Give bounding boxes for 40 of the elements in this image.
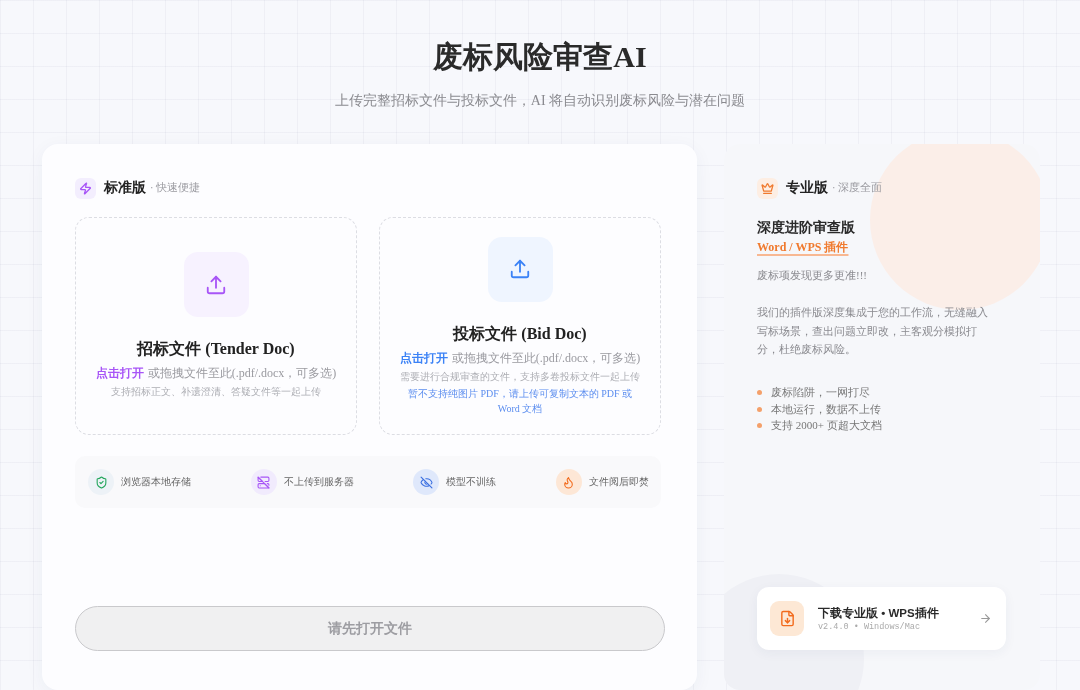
eye-off-icon bbox=[413, 469, 440, 495]
page-subtitle: 上传完整招标文件与投标文件，AI 将自动识别废标风险与潜在问题 bbox=[334, 92, 746, 110]
lightning-icon bbox=[75, 177, 96, 199]
server-off-icon bbox=[250, 469, 277, 495]
bullet-dot-icon bbox=[757, 406, 762, 412]
download-button[interactable]: 下载专业版 • WPS插件 v2.4.0 • Windows/Mac bbox=[757, 587, 1006, 650]
open-link[interactable]: 点击打开 bbox=[399, 350, 448, 365]
shield-check-icon bbox=[88, 469, 114, 495]
dropzone-notice: 暂不支持纯图片 PDF，请上传可复制文本的 PDF 或 Word 文档 bbox=[406, 386, 634, 416]
card-tagline: · 快速便捷 bbox=[150, 181, 201, 195]
bullet-text: 废标陷阱，一网打尽 bbox=[771, 385, 870, 401]
pro-heading: 深度进阶审查版 bbox=[757, 219, 856, 237]
bullet-dot-icon bbox=[757, 423, 762, 429]
plugin-label: Word / WPS 插件 bbox=[757, 239, 849, 256]
bullet-dot-icon bbox=[757, 390, 762, 396]
dropzone-title: 投标文件 (Bid Doc) bbox=[453, 323, 587, 345]
file-download-icon bbox=[770, 601, 804, 636]
page-title: 废标风险审查AI bbox=[433, 39, 647, 75]
flame-icon bbox=[555, 469, 582, 495]
bullet-text: 支持 2000+ 页超大文档 bbox=[771, 418, 882, 434]
pro-description: 我们的插件版深度集成于您的工作流，无缝融入写标场景，查出问题立即改，主客观分模拟打分，杜绝废标风险。 bbox=[757, 305, 989, 357]
highlight-text: 废标项发现更多更准!!! bbox=[757, 268, 868, 283]
download-version: v2.4.0 • Windows/Mac bbox=[818, 621, 922, 632]
card-title: 专业版 bbox=[786, 179, 828, 197]
feature-label: 浏览器本地存储 bbox=[121, 475, 191, 489]
card-title: 标准版 bbox=[104, 179, 146, 197]
crown-icon bbox=[757, 177, 778, 199]
open-link[interactable]: 点击打开 bbox=[95, 366, 144, 380]
bullet-text: 本地运行，数据不上传 bbox=[771, 401, 881, 417]
drop-instruction: 或拖拽文件至此(.pdf/.docx，可多选) bbox=[147, 366, 337, 380]
feature-label: 模型不训练 bbox=[446, 475, 497, 489]
upload-icon bbox=[183, 252, 249, 317]
card-tagline: · 深度全面 bbox=[832, 181, 883, 195]
upload-icon bbox=[487, 236, 553, 302]
arrow-right-icon bbox=[979, 612, 992, 625]
drop-instruction: 或拖拽文件至此(.pdf/.docx，可多选) bbox=[451, 350, 641, 365]
feature-label: 文件阅后即焚 bbox=[588, 475, 649, 489]
dropzone-title: 招标文件 (Tender Doc) bbox=[137, 339, 295, 360]
download-title: 下载专业版 • WPS插件 bbox=[818, 605, 940, 621]
feature-label: 不上传到服务器 bbox=[283, 475, 354, 489]
